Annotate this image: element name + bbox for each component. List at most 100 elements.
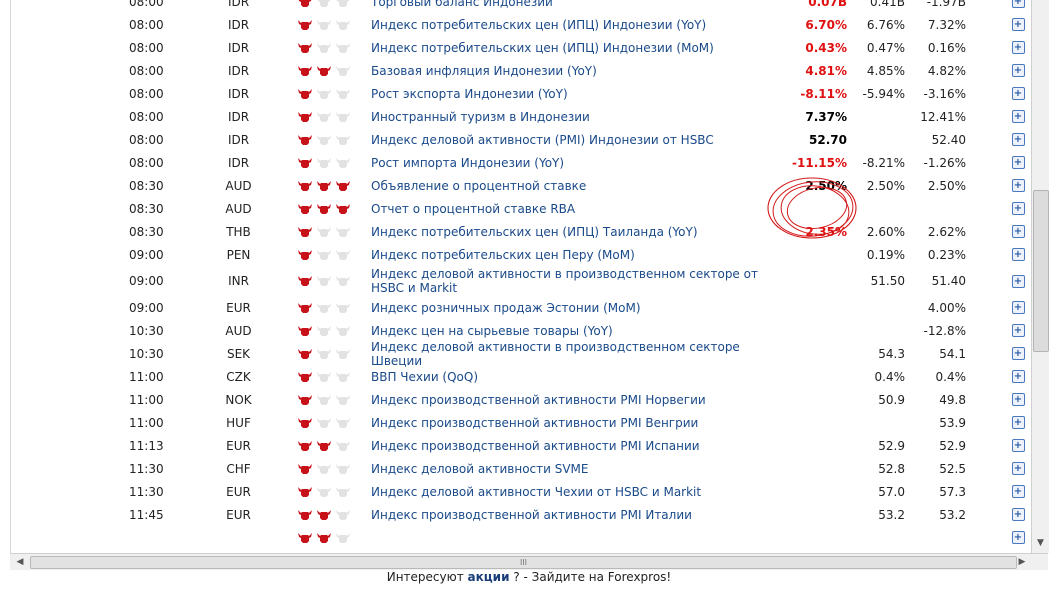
footer-stocks-link[interactable]: акции — [468, 570, 510, 584]
event-name-link[interactable]: Объявление о процентной ставке — [371, 174, 781, 197]
importance-rating — [297, 82, 357, 105]
previous-value: -12.8% — [923, 323, 966, 338]
vertical-scrollbar[interactable]: ▼ — [1031, 0, 1049, 553]
previous-value: 0.16% — [927, 40, 966, 55]
event-name-link[interactable]: Индекс потребительских цен (ИПЦ) Индонез… — [371, 36, 781, 59]
event-name-link[interactable]: ВВП Чехии (QoQ) — [371, 365, 781, 388]
plus-icon[interactable]: + — [1011, 41, 1025, 54]
plus-icon[interactable]: + — [1011, 439, 1025, 452]
expand-cell: + — [1011, 342, 1025, 365]
plus-icon[interactable]: + — [1011, 18, 1025, 31]
plus-icon[interactable]: + — [1011, 87, 1025, 100]
event-time: 11:30 — [129, 484, 164, 499]
event-name-link[interactable]: Индекс потребительских цен Перу (MoM) — [371, 243, 781, 266]
actual-value: 0.43% — [805, 40, 847, 55]
scroll-down-arrow-icon[interactable]: ▼ — [1033, 538, 1048, 552]
event-name-link[interactable]: Индекс производственной активности PMI В… — [371, 411, 781, 434]
bull-icon — [298, 486, 312, 497]
bull-icon — [336, 486, 350, 497]
event-name-link[interactable]: Рост импорта Индонезии (YoY) — [371, 151, 781, 174]
horizontal-scrollbar[interactable]: ◀ III ▶ — [10, 553, 1048, 570]
event-name-link[interactable]: Индекс потребительских цен (ИПЦ) Индонез… — [371, 13, 781, 36]
event-time: 09:00 — [129, 247, 164, 262]
event-time: 10:30 — [129, 323, 164, 338]
expand-cell: + — [1011, 0, 1025, 13]
forecast-value: 50.9 — [878, 392, 905, 407]
plus-icon[interactable]: + — [1011, 64, 1025, 77]
table-row: 11:00 HUF Индекс производственной активнос… — [11, 411, 1031, 434]
scroll-left-arrow-icon[interactable]: ◀ — [12, 555, 28, 569]
plus-icon[interactable]: + — [1011, 248, 1025, 261]
plus-icon[interactable]: + — [1011, 485, 1025, 498]
event-name-link[interactable]: Индекс деловой активности в производстве… — [371, 340, 781, 368]
bull-icon — [317, 486, 331, 497]
bull-icon — [336, 463, 350, 474]
plus-icon[interactable]: + — [1011, 462, 1025, 475]
event-name-link[interactable]: Отчет о процентной ставке RBA — [371, 197, 781, 220]
event-name-link[interactable]: Индекс деловой активности (PMI) Индонези… — [371, 128, 781, 151]
actual-value — [763, 526, 847, 549]
plus-icon[interactable]: + — [1011, 370, 1025, 383]
table-row: 09:00 EUR Индекс розничных продаж Эстонии … — [11, 296, 1031, 319]
expand-cell: + — [1011, 434, 1025, 457]
plus-icon[interactable]: + — [1011, 531, 1025, 544]
event-name-link[interactable]: Индекс деловой активности Чехии от HSBC … — [371, 480, 781, 503]
event-name-link[interactable]: Индекс производственной активности PMI Н… — [371, 388, 781, 411]
scroll-right-arrow-icon[interactable]: ▶ — [1014, 555, 1030, 569]
bull-icon — [298, 134, 312, 145]
plus-icon[interactable]: + — [1011, 156, 1025, 169]
event-name-link[interactable]: Индекс деловой активности в производстве… — [371, 266, 781, 296]
vertical-scrollbar-thumb[interactable] — [1033, 190, 1049, 352]
plus-icon[interactable]: + — [1011, 0, 1025, 8]
plus-icon[interactable]: + — [1011, 225, 1025, 238]
event-name-link[interactable]: Торговый баланс Индонезии — [371, 0, 781, 13]
bull-icon — [298, 532, 312, 543]
plus-icon[interactable]: + — [1011, 324, 1025, 337]
plus-icon[interactable]: + — [1011, 416, 1025, 429]
importance-rating — [297, 128, 357, 151]
forecast-value: 52.9 — [878, 438, 905, 453]
plus-icon[interactable]: + — [1011, 274, 1025, 288]
event-time: 08:00 — [129, 0, 164, 9]
bull-icon — [336, 371, 350, 382]
bull-icon — [317, 111, 331, 122]
event-name-link[interactable]: Иностранный туризм в Индонезии — [371, 105, 781, 128]
bull-icon — [298, 394, 312, 405]
plus-icon[interactable]: + — [1011, 202, 1025, 215]
event-name-link[interactable]: Базовая инфляция Индонезии (YoY) — [371, 59, 781, 82]
bull-icon — [336, 394, 350, 405]
event-name-link[interactable]: Индекс производственной активности PMI И… — [371, 503, 781, 526]
event-name-link[interactable]: Индекс потребительских цен (ИПЦ) Таиланд… — [371, 220, 781, 243]
event-currency: IDR — [227, 0, 250, 9]
importance-rating — [297, 266, 357, 296]
importance-rating — [297, 457, 357, 480]
event-name-link[interactable]: Рост экспорта Индонезии (YoY) — [371, 82, 781, 105]
forecast-value — [851, 128, 905, 151]
actual-value: 7.37% — [805, 109, 847, 124]
bull-icon — [317, 417, 331, 428]
plus-icon[interactable]: + — [1011, 133, 1025, 146]
plus-icon[interactable]: + — [1011, 347, 1025, 360]
actual-value — [763, 480, 847, 503]
previous-value: 53.2 — [939, 507, 966, 522]
event-currency: EUR — [226, 484, 251, 499]
plus-icon[interactable]: + — [1011, 110, 1025, 123]
plus-icon[interactable]: + — [1011, 301, 1025, 314]
importance-rating — [297, 388, 357, 411]
event-time: 08:00 — [129, 132, 164, 147]
horizontal-scrollbar-thumb[interactable]: III — [30, 556, 1017, 569]
actual-value — [763, 342, 847, 365]
importance-rating — [297, 526, 357, 549]
plus-icon[interactable]: + — [1011, 179, 1025, 192]
event-name-link[interactable]: Индекс розничных продаж Эстонии (MoM) — [371, 296, 781, 319]
bull-icon — [336, 440, 350, 451]
previous-value: 4.82% — [927, 63, 966, 78]
bull-icon — [317, 180, 331, 191]
event-name-link[interactable]: Индекс производственной активности PMI И… — [371, 434, 781, 457]
event-name-link[interactable]: Индекс деловой активности SVME — [371, 457, 781, 480]
forecast-value: 2.50% — [866, 178, 905, 193]
actual-value: 2.50% — [805, 178, 847, 193]
plus-icon[interactable]: + — [1011, 393, 1025, 406]
event-name-link[interactable] — [371, 526, 781, 549]
plus-icon[interactable]: + — [1011, 508, 1025, 521]
